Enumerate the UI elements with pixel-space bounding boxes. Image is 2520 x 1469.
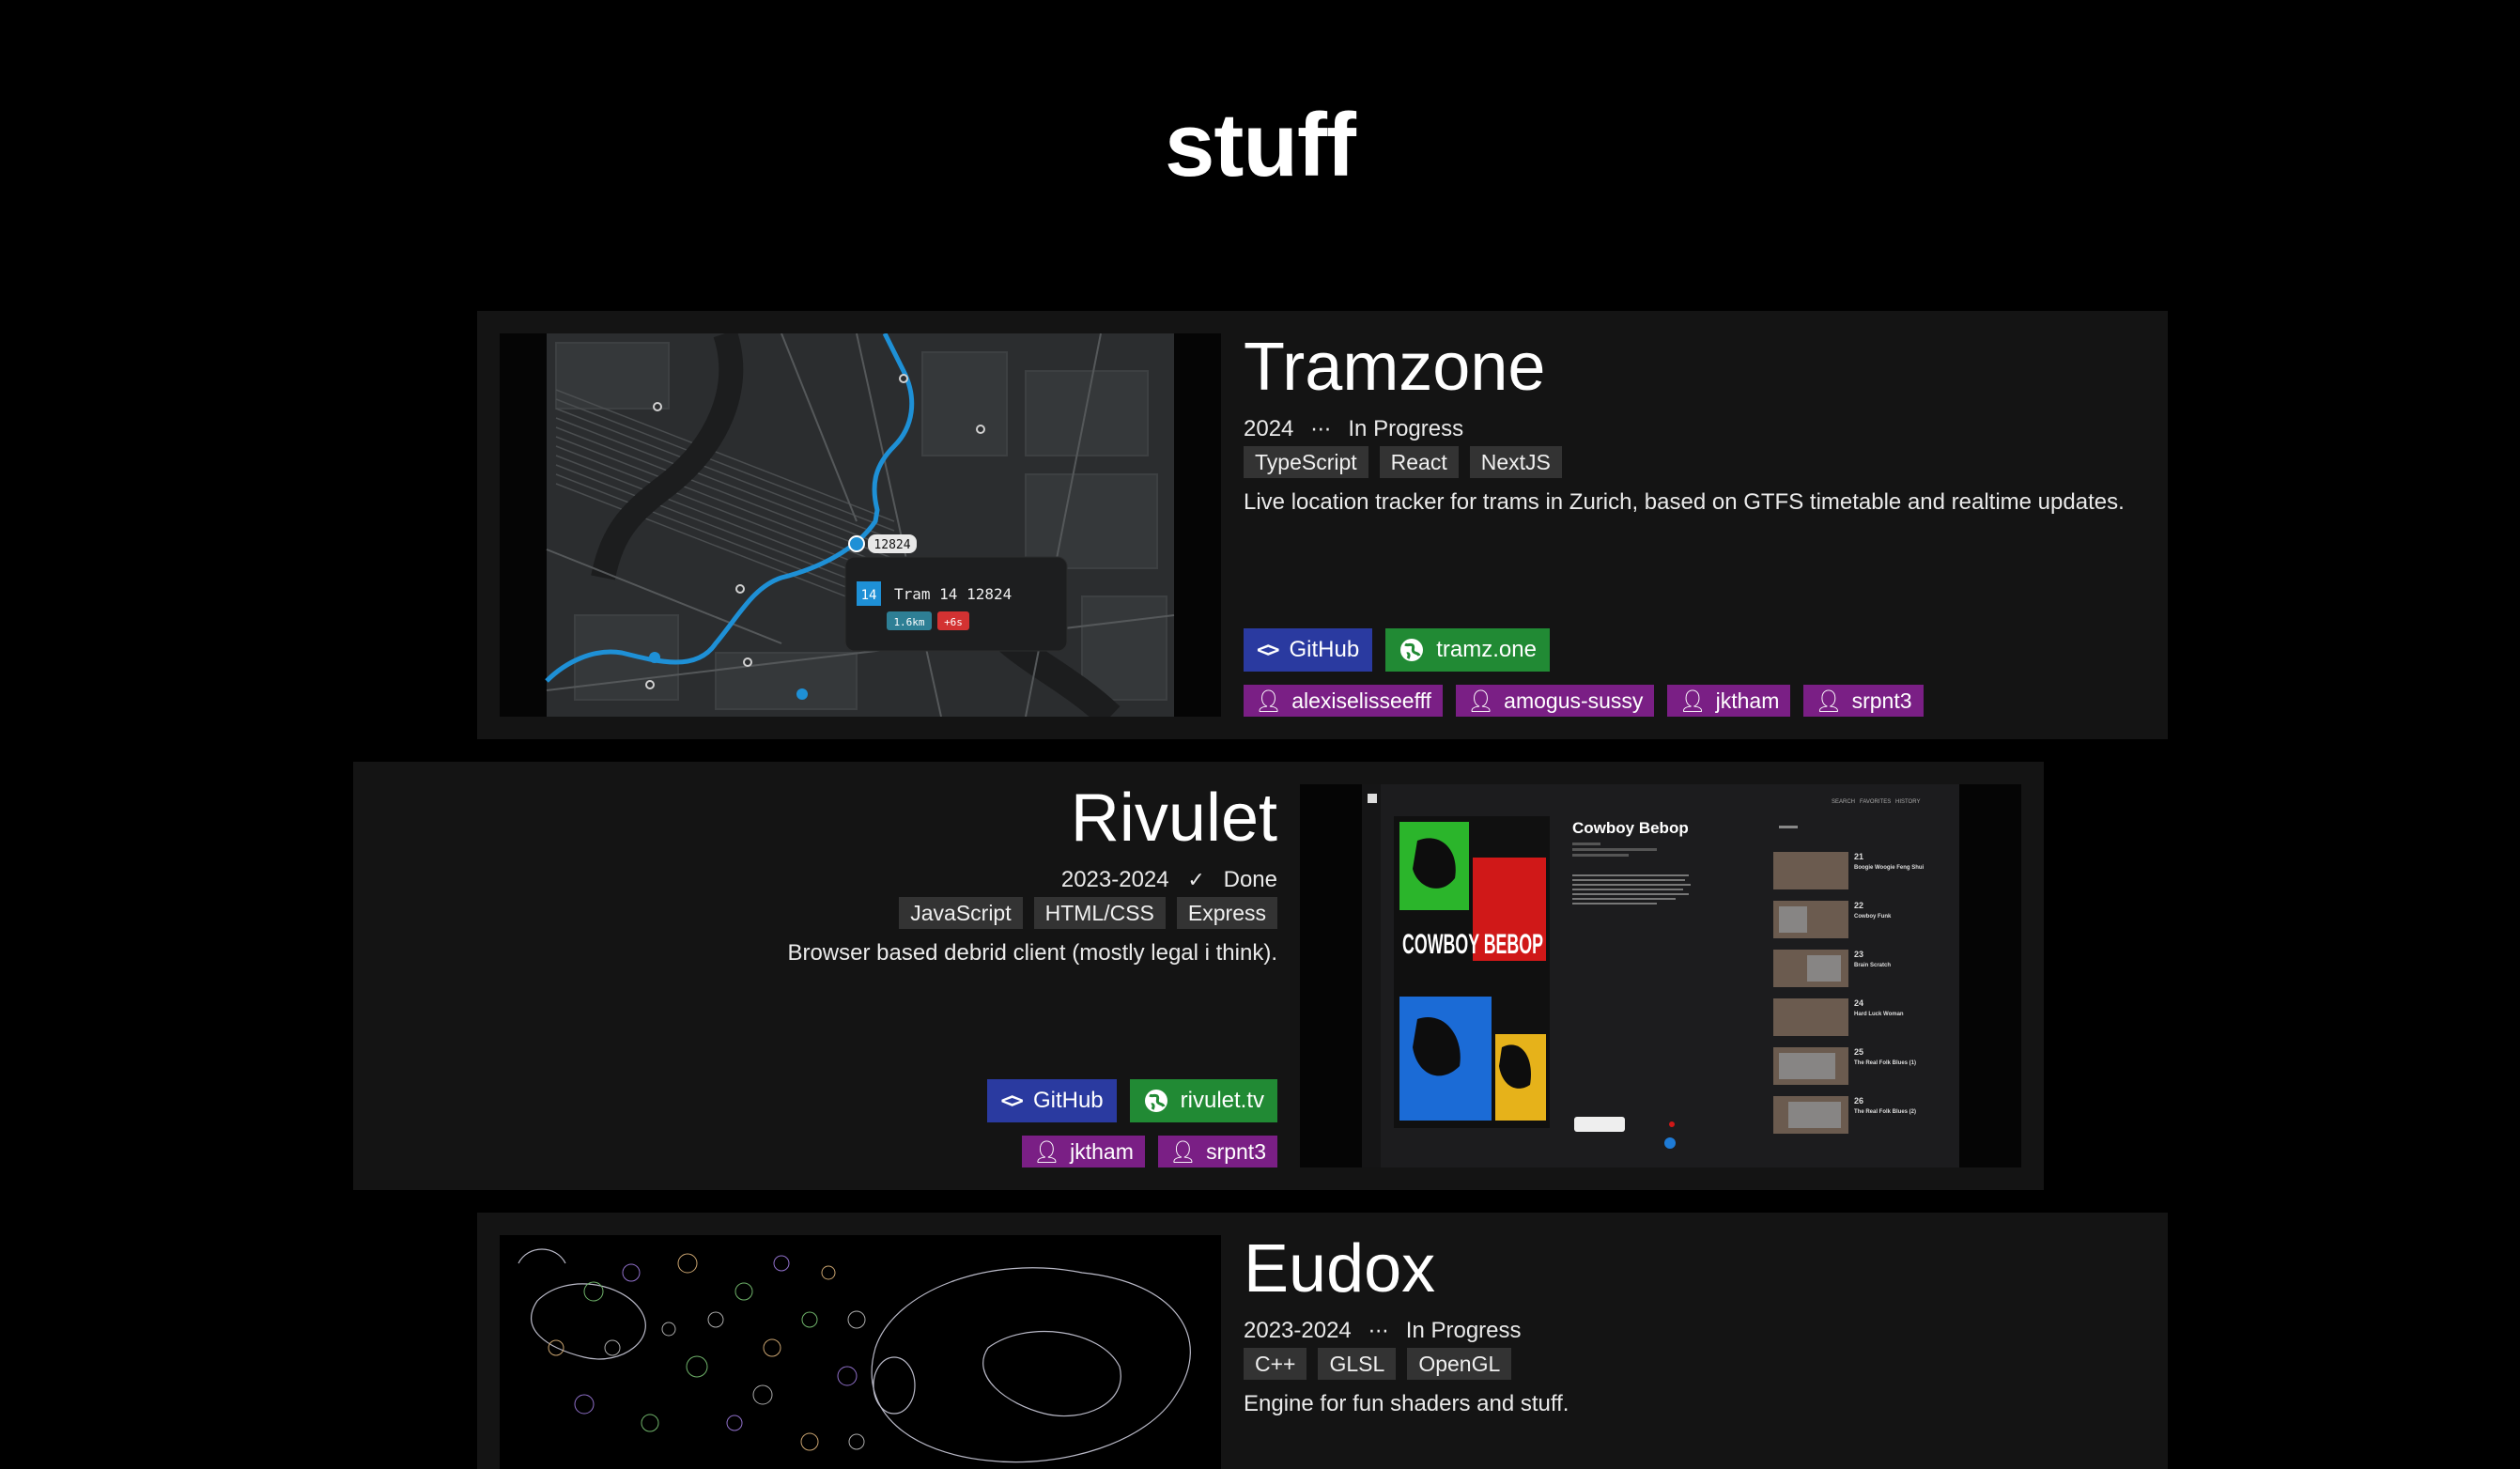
project-meta: 2023-2024 ✓ Done [1061,867,1277,893]
contributor-chip[interactable]: 👤︎ srpnt3 [1157,1136,1277,1167]
checkmark-icon: ✓ [1187,868,1205,891]
episode-number: 24 [1854,998,1863,1008]
tech-tags: TypeScript React NextJS [1244,446,1562,478]
globe-icon [1144,1090,1167,1112]
tram-map-image: 12824 14 Tram 14 12824 1.6km +6s [500,333,1221,717]
tech-tags: JavaScript HTML/CSS Express [899,897,1277,929]
project-card-rivulet: Rivulet 2023-2024 ✓ Done JavaScript HTML… [353,762,2044,1190]
project-title: Tramzone [1244,330,1546,405]
contributor-name: amogus-sussy [1504,688,1644,713]
project-screenshot-tramzone[interactable]: 12824 14 Tram 14 12824 1.6km +6s [500,333,1221,717]
project-title: Eudox [1244,1231,1436,1307]
ellipsis-icon: ⋯ [1310,417,1332,441]
project-year: 2023-2024 [1244,1318,1352,1343]
nav-favorites: FAVORITES [1860,799,1891,805]
project-status: Done [1223,867,1277,892]
shader-render-image [500,1235,1221,1469]
popup-distance: 1.6km [893,616,924,628]
project-year: 2023-2024 [1060,867,1169,892]
user-icon: 👤︎ [1466,688,1495,713]
code-icon: <> [1257,638,1279,662]
code-icon: <> [1000,1089,1023,1113]
popup-title: Tram 14 12824 [894,585,1012,603]
popup-line-number: 14 [861,588,877,603]
vehicle-id-label: 12824 [873,538,910,552]
project-status: In Progress [1348,416,1464,441]
contributor-chip[interactable]: 👤︎ jktham [1021,1136,1145,1167]
project-screenshot-rivulet[interactable]: SEARCH FAVORITES HISTORY COWBOY BEBOP Co… [1300,784,2021,1167]
user-icon: 👤︎ [1168,1138,1198,1164]
tech-tag: OpenGL [1407,1348,1512,1380]
project-meta: 2024 ⋯ In Progress [1244,416,1463,442]
tech-tag: JavaScript [899,897,1023,929]
episode-number: 26 [1854,1096,1863,1106]
popup-delay: +6s [944,616,963,628]
project-card-tramzone: 12824 14 Tram 14 12824 1.6km +6s Tramzon… [477,311,2168,739]
project-card-eudox: Eudox 2023-2024 ⋯ In Progress C++ GLSL O… [477,1213,2168,1469]
github-link-label: GitHub [1289,637,1360,662]
nav-history: HISTORY [1895,799,1920,805]
contributors: 👤︎ jktham 👤︎ srpnt3 [1021,1136,1277,1167]
nav-search: SEARCH [1832,799,1855,805]
episode-name: Hard Luck Woman [1854,1012,1904,1017]
ellipsis-icon: ⋯ [1368,1319,1389,1342]
contributor-chip[interactable]: 👤︎ amogus-sussy [1455,685,1655,717]
github-link-label: GitHub [1032,1088,1104,1113]
project-meta: 2023-2024 ⋯ In Progress [1244,1318,1522,1344]
episode-name: The Real Folk Blues (1) [1854,1060,1916,1066]
user-icon: 👤︎ [1678,688,1707,713]
contributor-name: srpnt3 [1206,1138,1266,1164]
contributor-name: jktham [1070,1138,1134,1164]
contributor-name: jktham [1715,688,1780,713]
page-title: stuff [1165,95,1356,195]
rivulet-app-image: SEARCH FAVORITES HISTORY COWBOY BEBOP Co… [1300,784,2021,1167]
github-link[interactable]: <> GitHub [987,1079,1117,1122]
tech-tag: C++ [1244,1348,1307,1380]
tech-tags: C++ GLSL OpenGL [1244,1348,1512,1380]
episode-number: 21 [1854,852,1863,861]
user-icon: 👤︎ [1255,688,1283,713]
tech-tag: Express [1176,897,1277,929]
contributor-name: srpnt3 [1851,688,1912,713]
contributors: 👤︎ alexiselisseefff 👤︎ amogus-sussy 👤︎ jkth… [1244,685,1924,717]
contributor-chip[interactable]: 👤︎ jktham [1667,685,1791,717]
episode-number: 23 [1854,950,1863,959]
user-icon: 👤︎ [1815,688,1843,713]
project-links: <> GitHub tramz.one [1244,628,1550,672]
episode-name: Cowboy Funk [1854,914,1892,920]
website-link-label: rivulet.tv [1180,1088,1264,1113]
github-link[interactable]: <> GitHub [1244,628,1373,672]
project-links: <> GitHub rivulet.tv [987,1079,1277,1122]
website-link-label: tramz.one [1436,637,1537,662]
project-screenshot-eudox[interactable] [500,1235,1221,1469]
project-description: Live location tracker for trams in Zuric… [1244,489,2125,515]
episode-name: Boogie Woogie Feng Shui [1854,865,1925,871]
tech-tag: HTML/CSS [1033,897,1166,929]
episode-number: 22 [1854,901,1863,910]
globe-icon [1400,639,1424,661]
contributor-chip[interactable]: 👤︎ srpnt3 [1803,685,1924,717]
tech-tag: GLSL [1318,1348,1397,1380]
tech-tag: NextJS [1469,446,1562,478]
project-status: In Progress [1405,1318,1522,1343]
episode-number: 25 [1854,1047,1863,1057]
episode-name: Brain Scratch [1854,963,1891,968]
website-link[interactable]: rivulet.tv [1129,1079,1277,1122]
contributor-name: alexiselisseefff [1291,688,1431,713]
show-title: Cowboy Bebop [1572,819,1689,837]
poster-text: COWBOY BEBOP [1402,929,1543,960]
contributor-chip[interactable]: 👤︎ alexiselisseefff [1244,685,1443,717]
project-description: Engine for fun shaders and stuff. [1244,1391,1569,1416]
episode-name: The Real Folk Blues (2) [1854,1109,1916,1115]
tech-tag: TypeScript [1244,446,1368,478]
project-title: Rivulet [1070,781,1277,856]
tech-tag: React [1379,446,1459,478]
user-icon: 👤︎ [1032,1138,1061,1164]
project-description: Browser based debrid client (mostly lega… [787,940,1277,966]
project-year: 2024 [1244,416,1294,441]
website-link[interactable]: tramz.one [1385,628,1550,672]
